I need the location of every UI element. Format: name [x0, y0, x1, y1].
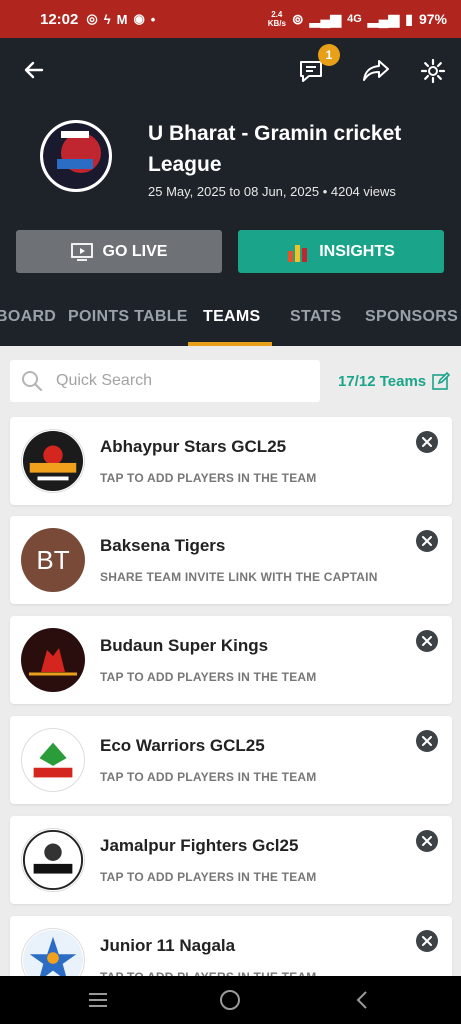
team-logo	[21, 429, 85, 493]
team-card[interactable]: BT Baksena Tigers SHARE TEAM INVITE LINK…	[10, 516, 452, 604]
team-name: Jamalpur Fighters Gcl25	[100, 836, 299, 855]
signal-icon-2: ▂▄▆	[367, 10, 400, 27]
dot-icon: •	[150, 11, 156, 27]
tournament-views: 4204 views	[330, 184, 396, 199]
tournament-header: 1 U Bharat - Gramin cricket League 25 Ma…	[0, 38, 461, 346]
notification-icons: ◎ ϟ M ◉ •	[86, 11, 155, 27]
active-tab-indicator	[188, 342, 272, 346]
bar-chart-icon	[288, 244, 308, 262]
team-subtitle: SHARE TEAM INVITE LINK WITH THE CAPTAIN	[100, 570, 378, 584]
team-subtitle: TAP TO ADD PLAYERS IN THE TEAM	[100, 870, 317, 884]
remove-team-close-icon[interactable]	[416, 830, 438, 852]
remove-team-close-icon[interactable]	[416, 530, 438, 552]
remove-team-close-icon[interactable]	[416, 730, 438, 752]
tab-bar: BOARD POINTS TABLE TEAMS STATS SPONSORS	[0, 300, 461, 346]
remove-team-close-icon[interactable]	[416, 930, 438, 952]
go-live-button[interactable]: GO LIVE	[16, 230, 222, 273]
system-navigation-bar	[0, 976, 461, 1024]
team-subtitle: TAP TO ADD PLAYERS IN THE TEAM	[100, 770, 317, 784]
speed-indicator: 2.4 KB/s	[267, 10, 286, 28]
team-card[interactable]: Eco Warriors GCL25 TAP TO ADD PLAYERS IN…	[10, 716, 452, 804]
team-card[interactable]: Abhaypur Stars GCL25 TAP TO ADD PLAYERS …	[10, 417, 452, 505]
teams-count-label: 17/12 Teams	[338, 372, 427, 390]
status-bar: 12:02 ◎ ϟ M ◉ • 2.4 KB/s ⊚ ▂▄▆ 4G ▂▄▆ ▮ …	[0, 0, 461, 38]
team-logo	[21, 628, 85, 692]
go-live-label: GO LIVE	[102, 242, 168, 260]
team-name: Budaun Super Kings	[100, 636, 269, 655]
tab-board[interactable]: BOARD	[0, 308, 56, 326]
team-name: Eco Warriors GCL25	[100, 736, 265, 755]
status-time: 12:02	[40, 10, 79, 28]
team-subtitle: TAP TO ADD PLAYERS IN THE TEAM	[100, 670, 317, 684]
tournament-logo	[40, 120, 112, 192]
team-card[interactable]: Jamalpur Fighters Gcl25 TAP TO ADD PLAYE…	[10, 816, 452, 904]
chrome-icon: ◉	[133, 11, 145, 26]
tab-teams[interactable]: TEAMS	[203, 308, 261, 326]
insights-label: INSIGHTS	[319, 242, 395, 260]
team-logo	[21, 728, 85, 792]
team-subtitle: TAP TO ADD PLAYERS IN THE TEAM	[100, 471, 317, 485]
teams-count-link[interactable]: 17/12 Teams	[338, 372, 451, 390]
team-logo	[21, 828, 85, 892]
tournament-dates: 25 May, 2025 to 08 Jun, 2025	[148, 184, 320, 199]
team-name: Baksena Tigers	[100, 536, 226, 555]
quick-search-box[interactable]	[10, 360, 320, 402]
home-icon[interactable]	[218, 988, 242, 1012]
signal-icon: ▂▄▆	[309, 10, 342, 27]
messages-icon[interactable]: 1	[296, 44, 340, 86]
search-input[interactable]	[56, 372, 296, 390]
team-card[interactable]: Budaun Super Kings TAP TO ADD PLAYERS IN…	[10, 616, 452, 704]
tab-stats[interactable]: STATS	[290, 308, 342, 326]
battery-level: 97%	[418, 11, 447, 27]
battery-icon: ▮	[405, 10, 413, 27]
share-icon[interactable]	[360, 56, 392, 86]
meta-separator: •	[322, 184, 331, 199]
recent-apps-icon[interactable]	[86, 988, 110, 1012]
system-icons: 2.4 KB/s ⊚ ▂▄▆ 4G ▂▄▆ ▮ 97%	[268, 10, 447, 28]
team-name: Abhaypur Stars GCL25	[100, 437, 287, 456]
tab-points-table[interactable]: POINTS TABLE	[68, 308, 188, 326]
network-type: 4G	[347, 13, 362, 25]
whatsapp-icon: ◎	[86, 11, 98, 26]
live-screen-icon	[70, 242, 93, 261]
team-initials-avatar: BT	[21, 528, 85, 592]
search-icon	[22, 371, 43, 392]
edit-icon	[432, 372, 451, 390]
insights-button[interactable]: INSIGHTS	[238, 230, 444, 273]
back-arrow-icon[interactable]	[20, 56, 48, 84]
hotspot-icon: ⊚	[291, 10, 304, 27]
bolt-icon: ϟ	[103, 11, 111, 27]
tab-sponsors[interactable]: SPONSORS	[365, 308, 458, 326]
remove-team-close-icon[interactable]	[416, 431, 438, 453]
remove-team-close-icon[interactable]	[416, 630, 438, 652]
settings-gear-icon[interactable]	[418, 56, 448, 86]
tournament-title: U Bharat - Gramin cricket League	[148, 122, 402, 176]
team-name: Junior 11 Nagala	[100, 936, 236, 955]
gmail-icon: M	[116, 11, 128, 27]
tournament-meta: 25 May, 2025 to 08 Jun, 2025 • 4204 view…	[148, 184, 396, 199]
message-count-badge: 1	[318, 44, 340, 66]
back-nav-icon[interactable]	[350, 988, 374, 1012]
